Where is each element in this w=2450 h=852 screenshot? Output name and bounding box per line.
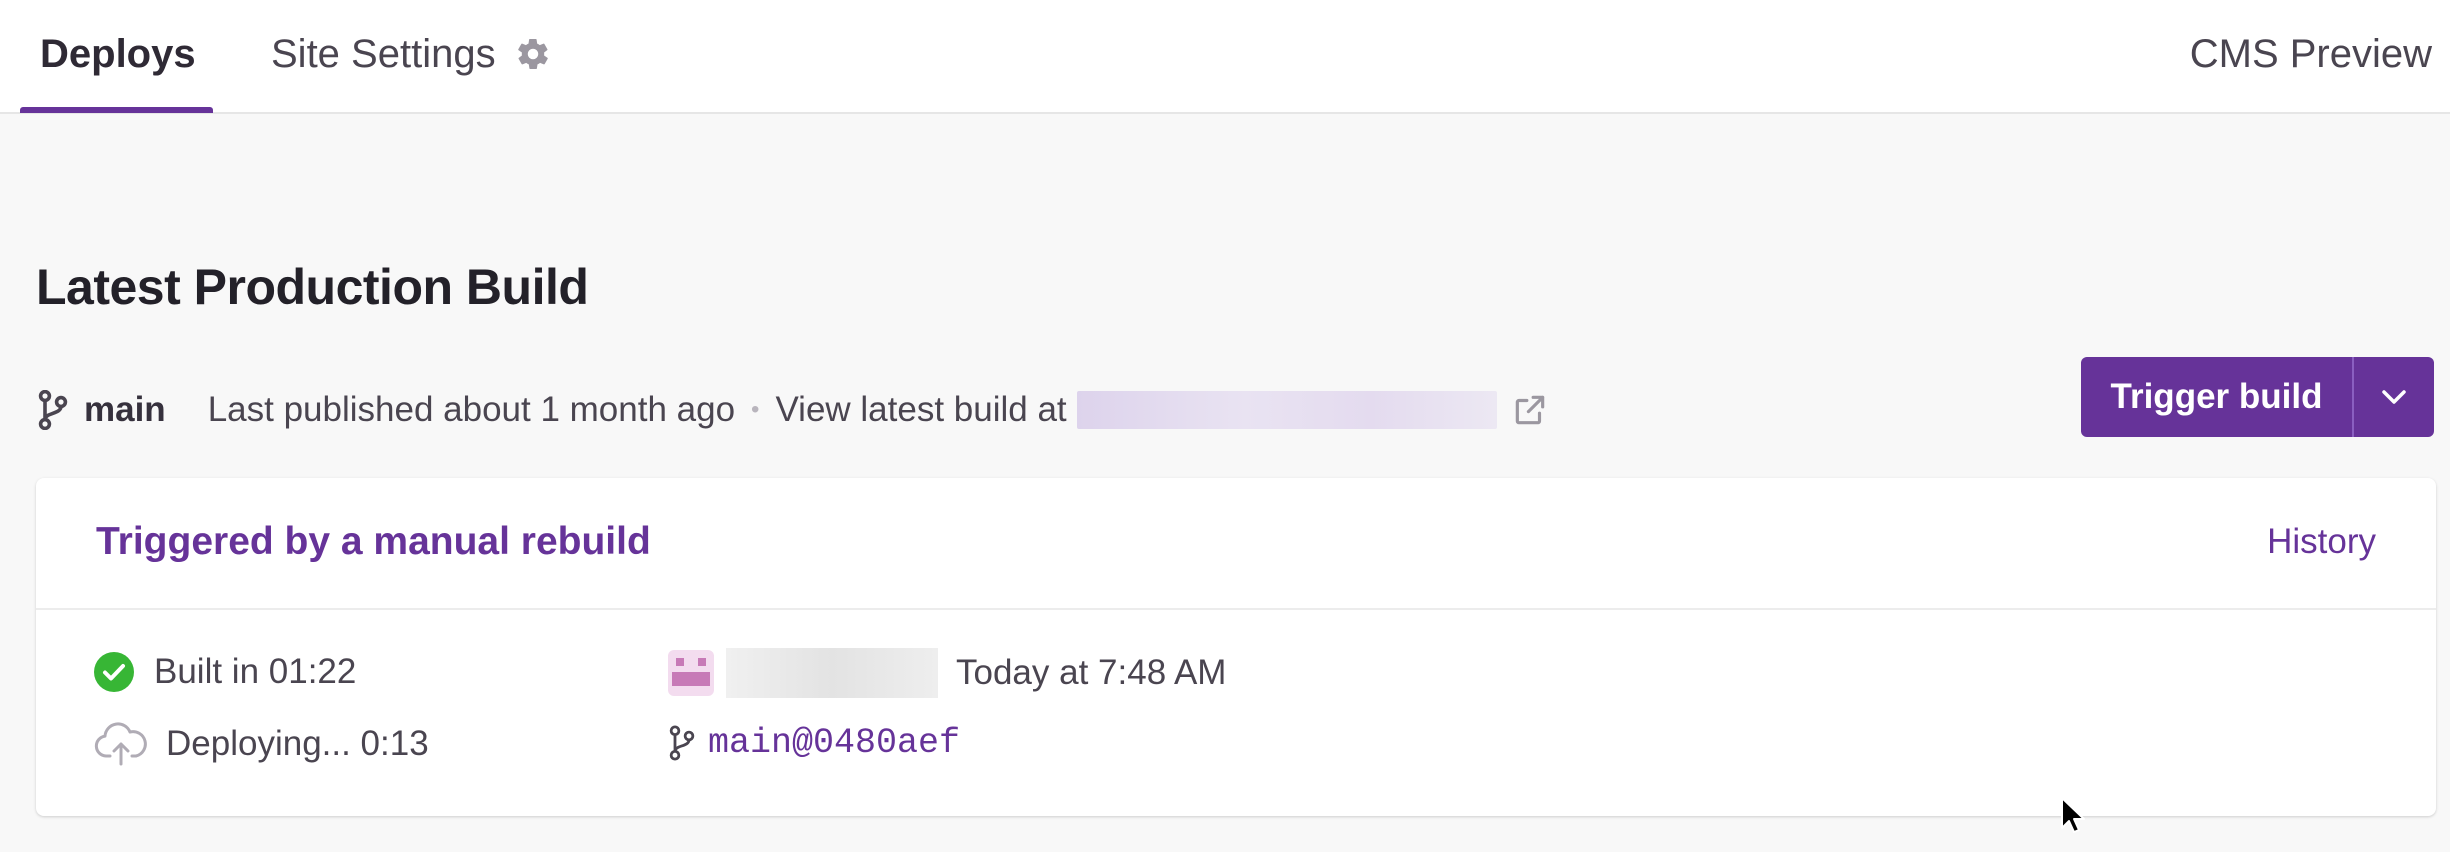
build-timestamp: Today at 7:48 AM	[956, 653, 1227, 692]
trigger-build-button[interactable]: Trigger build	[2081, 357, 2352, 437]
build-trigger-title[interactable]: Triggered by a manual rebuild	[96, 520, 651, 564]
top-nav: Deploys Site Settings CMS Preview	[0, 0, 2450, 114]
commit-info: main@0480aef	[668, 723, 960, 763]
page-title: Latest Production Build	[36, 259, 589, 315]
history-link[interactable]: History	[2267, 522, 2376, 562]
git-branch-icon	[38, 390, 68, 430]
build-meta-row: main Last published about 1 month ago • …	[36, 385, 1549, 435]
gear-icon[interactable]	[515, 36, 551, 72]
avatar	[668, 650, 714, 696]
cloud-upload-icon	[94, 722, 147, 766]
redacted-author-name	[726, 648, 938, 698]
trigger-build-dropdown[interactable]	[2352, 357, 2434, 437]
separator-dot: •	[751, 396, 760, 423]
active-tab-indicator	[20, 107, 213, 113]
build-url-link[interactable]	[1076, 391, 1497, 429]
built-status: Built in 01:22	[94, 652, 356, 692]
trigger-build-group: Trigger build	[2081, 357, 2434, 437]
tab-site-settings[interactable]: Site Settings	[271, 28, 496, 80]
deploying-time-text: Deploying... 0:13	[166, 724, 429, 763]
check-circle-icon	[94, 652, 134, 692]
build-author: Today at 7:48 AM	[668, 648, 1226, 698]
built-time-text: Built in 01:22	[154, 652, 357, 691]
last-published-text: Last published about 1 month ago	[207, 390, 736, 429]
build-card-header: Triggered by a manual rebuild History	[36, 478, 2436, 610]
build-card: Triggered by a manual rebuild History Bu…	[36, 478, 2436, 816]
tab-deploys[interactable]: Deploys	[40, 28, 196, 80]
commit-ref-link[interactable]: main@0480aef	[708, 723, 960, 763]
chevron-down-icon	[2382, 390, 2406, 404]
git-branch-icon	[669, 725, 695, 761]
external-link-icon[interactable]	[1511, 391, 1549, 429]
mouse-cursor-icon	[2061, 797, 2085, 833]
view-latest-build-text: View latest build at	[775, 390, 1067, 429]
branch-name: main	[84, 390, 166, 429]
deploying-status: Deploying... 0:13	[94, 722, 429, 766]
cms-preview-link[interactable]: CMS Preview	[2190, 28, 2432, 80]
